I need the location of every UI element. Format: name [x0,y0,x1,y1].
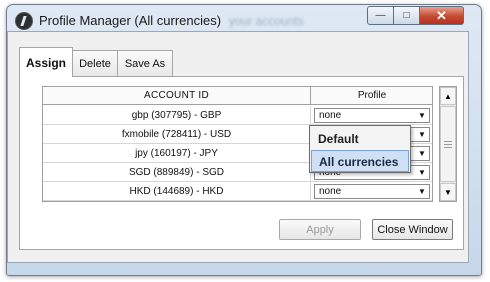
apply-button[interactable]: Apply [279,219,361,240]
profile-select-value: none [319,110,342,121]
minimize-button[interactable]: — [367,6,394,25]
dropdown-arrow-icon[interactable]: ▼ [415,109,429,122]
scroll-down-icon: ▼ [444,187,452,197]
profile-dropdown-list: Default All currencies [309,125,411,173]
column-header-account-id[interactable]: ACCOUNT ID [43,87,311,105]
table-row[interactable]: HKD (144689) - HKD none ▼ [43,182,432,201]
close-icon: ✕ [436,7,447,23]
tab-delete[interactable]: Delete [72,50,118,76]
scroll-up-button[interactable]: ▲ [440,87,456,105]
account-id-cell: jpy (160197) - JPY [43,144,311,163]
account-id-cell: fxmobile (728411) - USD [43,125,311,144]
account-id-cell: HKD (144689) - HKD [43,182,311,201]
close-window-button[interactable]: Close Window [372,219,453,240]
account-id-cell: SGD (889849) - SGD [43,163,311,182]
grip-icon [444,141,452,148]
column-header-profile[interactable]: Profile [311,87,432,105]
dropdown-arrow-icon[interactable]: ▼ [415,147,429,160]
tab-assign[interactable]: Assign [19,47,73,77]
table-scrollbar[interactable]: ▲ ▼ [439,86,457,202]
scrollbar-thumb[interactable] [440,106,456,182]
profile-select[interactable]: none ▼ [314,184,430,199]
window-title: Profile Manager (All currencies) [39,13,222,28]
profile-select[interactable]: none ▼ [314,108,430,123]
background-window-title: your accounts [229,14,304,28]
dropdown-option-all-currencies[interactable]: All currencies [311,150,409,172]
scroll-down-button[interactable]: ▼ [440,183,456,201]
table-header: ACCOUNT ID Profile [43,87,432,105]
dropdown-option-default[interactable]: Default [311,128,409,150]
dropdown-arrow-icon[interactable]: ▼ [415,166,429,179]
dropdown-arrow-icon[interactable]: ▼ [415,128,429,141]
dropdown-arrow-icon[interactable]: ▼ [415,185,429,198]
close-button[interactable]: ✕ [419,6,464,25]
app-logo-icon [15,12,33,30]
maximize-button[interactable]: □ [393,6,420,25]
table-row[interactable]: gbp (307795) - GBP none ▼ [43,106,432,125]
minimize-icon: — [375,10,386,21]
tab-save-as[interactable]: Save As [117,50,173,76]
account-id-cell: gbp (307795) - GBP [43,106,311,125]
maximize-icon: □ [403,10,410,21]
scroll-up-icon: ▲ [444,91,452,101]
profile-select-value: none [319,186,342,197]
